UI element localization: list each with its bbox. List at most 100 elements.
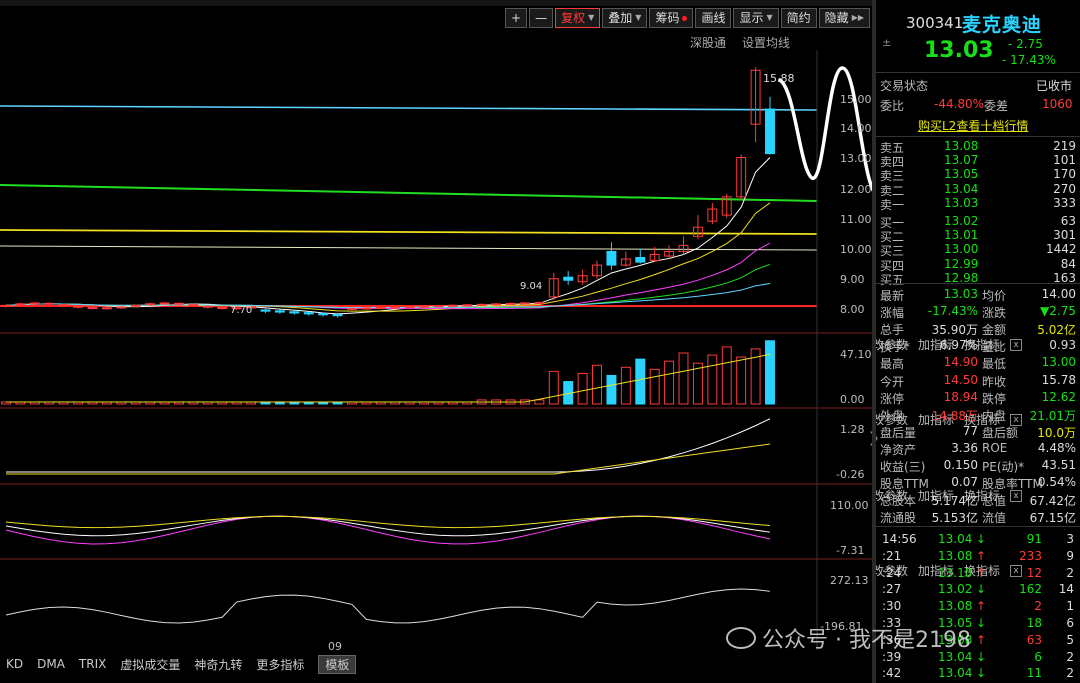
tab-more-indicators[interactable]: 更多指标 <box>256 656 304 673</box>
level-volume: 333 <box>1053 195 1076 210</box>
kline-chart[interactable] <box>0 0 872 654</box>
quote-label: 盘后量 <box>880 425 917 440</box>
quote-value-2: 5.02亿 <box>1037 323 1076 338</box>
quote-label-2: 涨跌 <box>982 306 1007 321</box>
status-label: 交易状态 <box>880 79 929 93</box>
divider <box>876 136 1080 137</box>
quote-value: 3.36 <box>951 440 978 455</box>
quote-label-2: 内盘 <box>982 408 1007 423</box>
tab-trix[interactable]: TRIX <box>79 657 106 671</box>
tick-count: 2 <box>1066 649 1074 664</box>
volume-bar <box>721 346 732 405</box>
indicator-lines <box>5 418 771 624</box>
quote-row: 涨幅 -17.43% 涨跌 ▼2.75 <box>876 304 1080 321</box>
ref-line-cyan <box>0 105 818 111</box>
candle-body <box>260 309 271 312</box>
volume-bars <box>1 340 775 405</box>
level-label: 买五 <box>880 272 905 287</box>
tab-dma[interactable]: DMA <box>37 657 65 671</box>
level-price: 13.01 <box>944 228 979 243</box>
quote-value: 18.94 <box>943 389 978 404</box>
candle-body <box>419 305 430 308</box>
quote-row: 净资产 3.36 ROE 4.48% <box>876 441 1080 458</box>
tab-kd[interactable]: KD <box>6 657 23 671</box>
quote-panel: 300341 麦克奥迪 ± 13.03 - 2.75 - 17.43% 交易状态… <box>876 0 1080 683</box>
quote-row: 流通股 5.153亿 流值 67.15亿 <box>876 509 1080 526</box>
candle-body <box>346 307 357 310</box>
candle-body <box>15 303 26 306</box>
tab-template[interactable]: 模板 <box>318 654 357 674</box>
tab-magic-nine[interactable]: 神奇九转 <box>194 656 242 673</box>
moving-averages <box>5 157 771 315</box>
quote-value: 14.50 <box>943 372 978 387</box>
yaxis-label: 13.00 <box>840 152 872 165</box>
volume-bar <box>620 366 631 405</box>
tick-count: 5 <box>1066 632 1074 647</box>
candle-body <box>44 302 55 305</box>
quote-label: 外盘 <box>880 408 905 423</box>
candle-body <box>332 313 343 317</box>
quote-value: 35.90万 <box>931 323 978 338</box>
candle-body <box>303 312 314 315</box>
level-label: 卖一 <box>880 197 905 212</box>
vol-top-label: 47.10 <box>840 348 872 361</box>
indicator-line <box>5 515 771 537</box>
quote-label: 收益(三) <box>880 460 926 474</box>
tick-count: 2 <box>1066 666 1074 681</box>
weicha-value: 1060 <box>1042 97 1073 111</box>
quote-label-2: ROE <box>982 440 1008 455</box>
high-price-label: 15.88 <box>763 72 795 85</box>
tick-price: 13.04 <box>938 532 973 546</box>
weibi-row: 委比 -44.80% 委差 1060 <box>876 97 1080 114</box>
level-price: 13.02 <box>944 214 979 228</box>
yaxis-label: 11.00 <box>840 213 872 226</box>
indicator-line <box>5 515 771 545</box>
quote-value: 5.153亿 <box>931 511 978 526</box>
candle-body <box>1 304 11 307</box>
tab-virtual-volume[interactable]: 虚拟成交量 <box>120 656 180 673</box>
quote-row: 最高 14.90 最低 13.00 <box>876 355 1080 372</box>
tick-row: :24 13.10 ↑ 12 2 <box>876 566 1080 583</box>
tick-volume: 2 <box>1034 599 1042 614</box>
quote-row: 今开 14.50 昨收 15.78 <box>876 373 1080 390</box>
quote-label-2: 盘后额 <box>982 425 1019 440</box>
quote-value: 14.90 <box>943 355 978 370</box>
level-price: 13.05 <box>944 167 979 182</box>
candle-body <box>361 307 372 310</box>
yaxis-label: 10.00 <box>840 243 872 256</box>
quote-value-2: 67.42亿 <box>1029 494 1076 509</box>
weibi-label: 委比 <box>880 99 905 113</box>
l2-upgrade-link[interactable]: 购买L2查看十档行情 <box>918 117 1028 134</box>
quote-value-2: 0.54% <box>1037 475 1076 490</box>
quote-value-2: 15.78 <box>1041 372 1076 387</box>
level-volume: 63 <box>1060 214 1076 228</box>
tick-count: 6 <box>1066 616 1074 630</box>
level-volume: 1442 <box>1046 242 1077 257</box>
candle-body <box>390 306 401 309</box>
quote-value: -17.43% <box>927 304 978 319</box>
candle-body <box>519 302 530 305</box>
quote-row: 换手* 6.97% 量比 0.93 <box>876 338 1080 355</box>
candle-body <box>404 306 415 309</box>
quote-label: 涨幅 <box>880 306 905 321</box>
moving-average-line <box>5 242 771 310</box>
level-volume: 84 <box>1060 256 1076 271</box>
tick-time: :24 <box>882 565 902 580</box>
tick-arrow-icon: ↑ <box>976 565 987 580</box>
tick-volume: 11 <box>1026 666 1042 681</box>
watermark: 公众号 · 我不是2198 <box>726 622 971 654</box>
status-value: 已收市 <box>1036 79 1073 93</box>
indicator-line <box>5 515 771 529</box>
quote-value: 0.150 <box>943 458 978 472</box>
tick-count: 3 <box>1066 532 1074 546</box>
tick-count: 2 <box>1066 565 1074 580</box>
volume-bar <box>606 374 617 405</box>
candle-body <box>476 303 487 306</box>
status-row: 交易状态 已收市 <box>876 77 1080 94</box>
candle-body <box>433 305 444 308</box>
p2-top-label: 1.28 <box>840 423 865 436</box>
tick-volume: 233 <box>1019 548 1042 563</box>
tick-time: :30 <box>882 599 902 614</box>
tick-volume: 91 <box>1026 532 1042 546</box>
candle-body <box>274 310 285 313</box>
